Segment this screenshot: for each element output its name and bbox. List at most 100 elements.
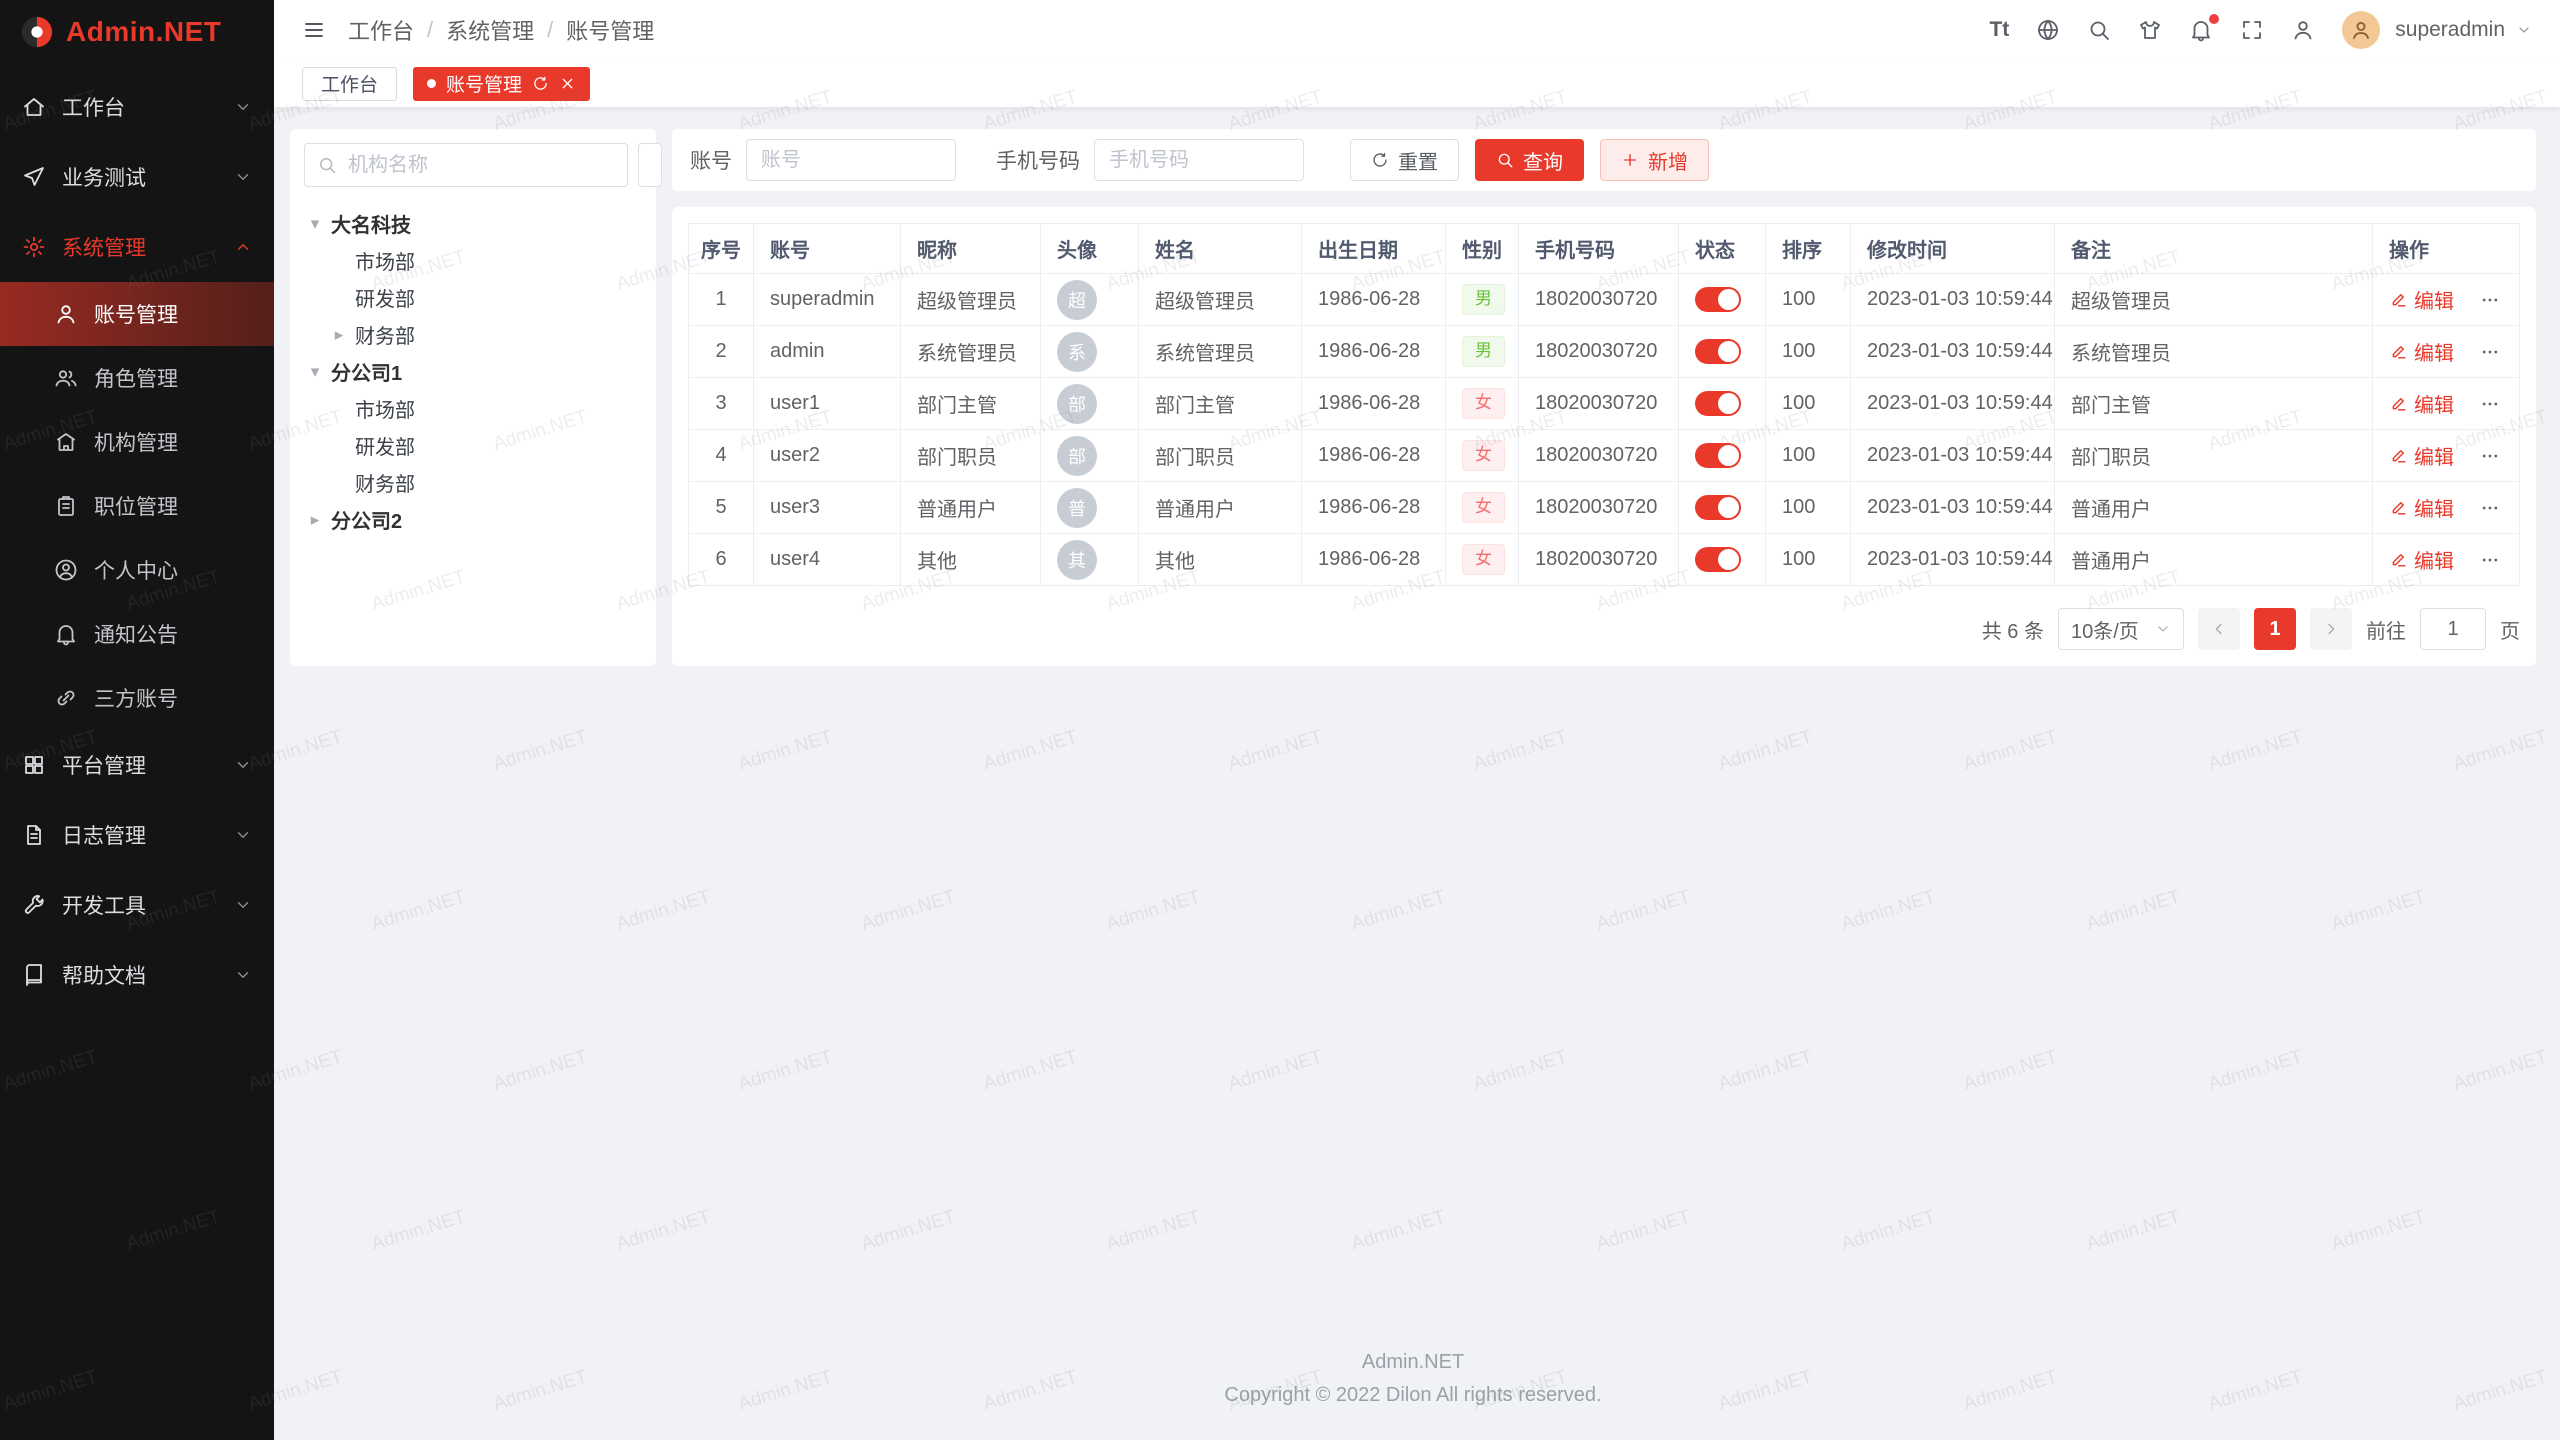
edit-button[interactable]: 编辑 [2389,493,2454,522]
tree-node[interactable]: 市场部 [304,242,642,279]
sidebar-subitem[interactable]: 账号管理 [0,282,274,346]
account-input[interactable] [746,139,956,181]
more-actions-icon[interactable] [2480,342,2500,362]
reset-button[interactable]: 重置 [1350,139,1459,181]
tree-node[interactable]: 研发部 [304,279,642,316]
search-button[interactable]: 查询 [1475,139,1584,181]
tab-refresh-icon[interactable] [532,75,549,92]
sidebar-subitem[interactable]: 职位管理 [0,474,274,538]
prev-page-button[interactable] [2198,608,2240,650]
edit-button[interactable]: 编辑 [2389,545,2454,574]
add-button[interactable]: 新增 [1600,139,1709,181]
breadcrumb-item[interactable]: 账号管理 [566,14,654,46]
status-toggle[interactable] [1695,495,1741,520]
column-header: 姓名 [1139,224,1302,274]
tree-node[interactable]: ▸ 财务部 [304,316,642,353]
cell-status [1679,378,1766,430]
search-icon[interactable] [2087,18,2111,42]
tree-node[interactable]: 市场部 [304,390,642,427]
fullscreen-icon[interactable] [2240,18,2264,42]
column-header: 出生日期 [1302,224,1446,274]
page-size-select[interactable]: 10条/页 [2058,608,2184,650]
tabs-bar: 工作台 账号管理 [274,60,2560,107]
edit-button[interactable]: 编辑 [2389,337,2454,366]
cell-avatar: 超 [1041,274,1139,326]
more-actions-icon[interactable] [2480,446,2500,466]
topbar: 工作台/系统管理/账号管理 Tt [274,0,2560,60]
menu-collapse-icon[interactable] [302,18,326,42]
sidebar-item-label: 系统管理 [62,232,218,262]
sidebar-subitem-label: 账号管理 [94,299,178,329]
tree-node[interactable]: 研发部 [304,427,642,464]
phone-input[interactable] [1094,139,1304,181]
goto-page-input[interactable] [2420,608,2486,650]
org-search-input[interactable] [304,143,628,187]
grid-icon [22,753,46,777]
sidebar-item-label: 业务测试 [62,162,218,192]
cell-birthdate: 1986-06-28 [1302,326,1446,378]
avatar[interactable] [2342,11,2380,49]
search-icon [317,155,337,175]
cell-name: 部门主管 [1139,378,1302,430]
tab[interactable]: 工作台 [302,67,397,101]
cell-status [1679,274,1766,326]
edit-button[interactable]: 编辑 [2389,441,2454,470]
sidebar-subitem[interactable]: 机构管理 [0,410,274,474]
sidebar-item[interactable]: 业务测试 [0,142,274,212]
sidebar-item[interactable]: 平台管理 [0,730,274,800]
more-actions-icon[interactable] [2480,550,2500,570]
sidebar-subitem[interactable]: 通知公告 [0,602,274,666]
org-search-field[interactable] [346,153,615,178]
next-page-button[interactable] [2310,608,2352,650]
notification-icon[interactable] [2189,18,2213,42]
tree-node[interactable]: ▾ 大名科技 [304,205,642,242]
cell-remark: 普通用户 [2055,482,2373,534]
toggle-knob [1718,497,1739,518]
tab-label: 工作台 [321,70,378,97]
user-setting-icon[interactable] [2291,18,2315,42]
edit-button[interactable]: 编辑 [2389,285,2454,314]
more-actions-icon[interactable] [2480,394,2500,414]
sidebar-item[interactable]: 日志管理 [0,800,274,870]
chevron-down-icon [234,896,252,914]
more-actions-icon[interactable] [2480,498,2500,518]
status-toggle[interactable] [1695,339,1741,364]
sidebar-item[interactable]: 帮助文档 [0,940,274,1010]
cell-birthdate: 1986-06-28 [1302,482,1446,534]
sidebar-item[interactable]: 系统管理 [0,212,274,282]
sidebar-subitem[interactable]: 三方账号 [0,666,274,730]
theme-icon[interactable] [2138,18,2162,42]
sidebar-subitem[interactable]: 角色管理 [0,346,274,410]
cell-sex: 男 [1446,274,1519,326]
status-toggle[interactable] [1695,391,1741,416]
edit-button[interactable]: 编辑 [2389,389,2454,418]
edit-button-label: 编辑 [2414,389,2454,418]
username[interactable]: superadmin [2395,18,2505,42]
language-icon[interactable] [2036,18,2060,42]
sidebar-item[interactable]: 工作台 [0,72,274,142]
status-toggle[interactable] [1695,443,1741,468]
cell-nickname: 其他 [901,534,1041,586]
org-more-button[interactable] [638,143,662,187]
sidebar-subitem[interactable]: 个人中心 [0,538,274,602]
logo[interactable]: Admin.NET [0,0,274,64]
chevron-up-icon [234,238,252,256]
breadcrumb-item[interactable]: 工作台 [348,14,414,46]
font-size-icon[interactable]: Tt [1989,18,2009,42]
status-toggle[interactable] [1695,287,1741,312]
table-row: 3 user1 部门主管 部 部门主管 1986-06-28 女 1802003… [689,378,2520,430]
cell-phone: 18020030720 [1519,378,1679,430]
tab-close-icon[interactable] [559,75,576,92]
tree-node[interactable]: ▸ 分公司2 [304,501,642,538]
status-toggle[interactable] [1695,547,1741,572]
sidebar-item[interactable]: 开发工具 [0,870,274,940]
cell-remark: 超级管理员 [2055,274,2373,326]
breadcrumb-item[interactable]: 系统管理 [446,14,534,46]
cell-sex: 女 [1446,534,1519,586]
tree-node[interactable]: 财务部 [304,464,642,501]
tree-node[interactable]: ▾ 分公司1 [304,353,642,390]
page-1-button[interactable]: 1 [2254,608,2296,650]
cell-account: user1 [754,378,901,430]
more-actions-icon[interactable] [2480,290,2500,310]
tab-active[interactable]: 账号管理 [413,67,590,101]
